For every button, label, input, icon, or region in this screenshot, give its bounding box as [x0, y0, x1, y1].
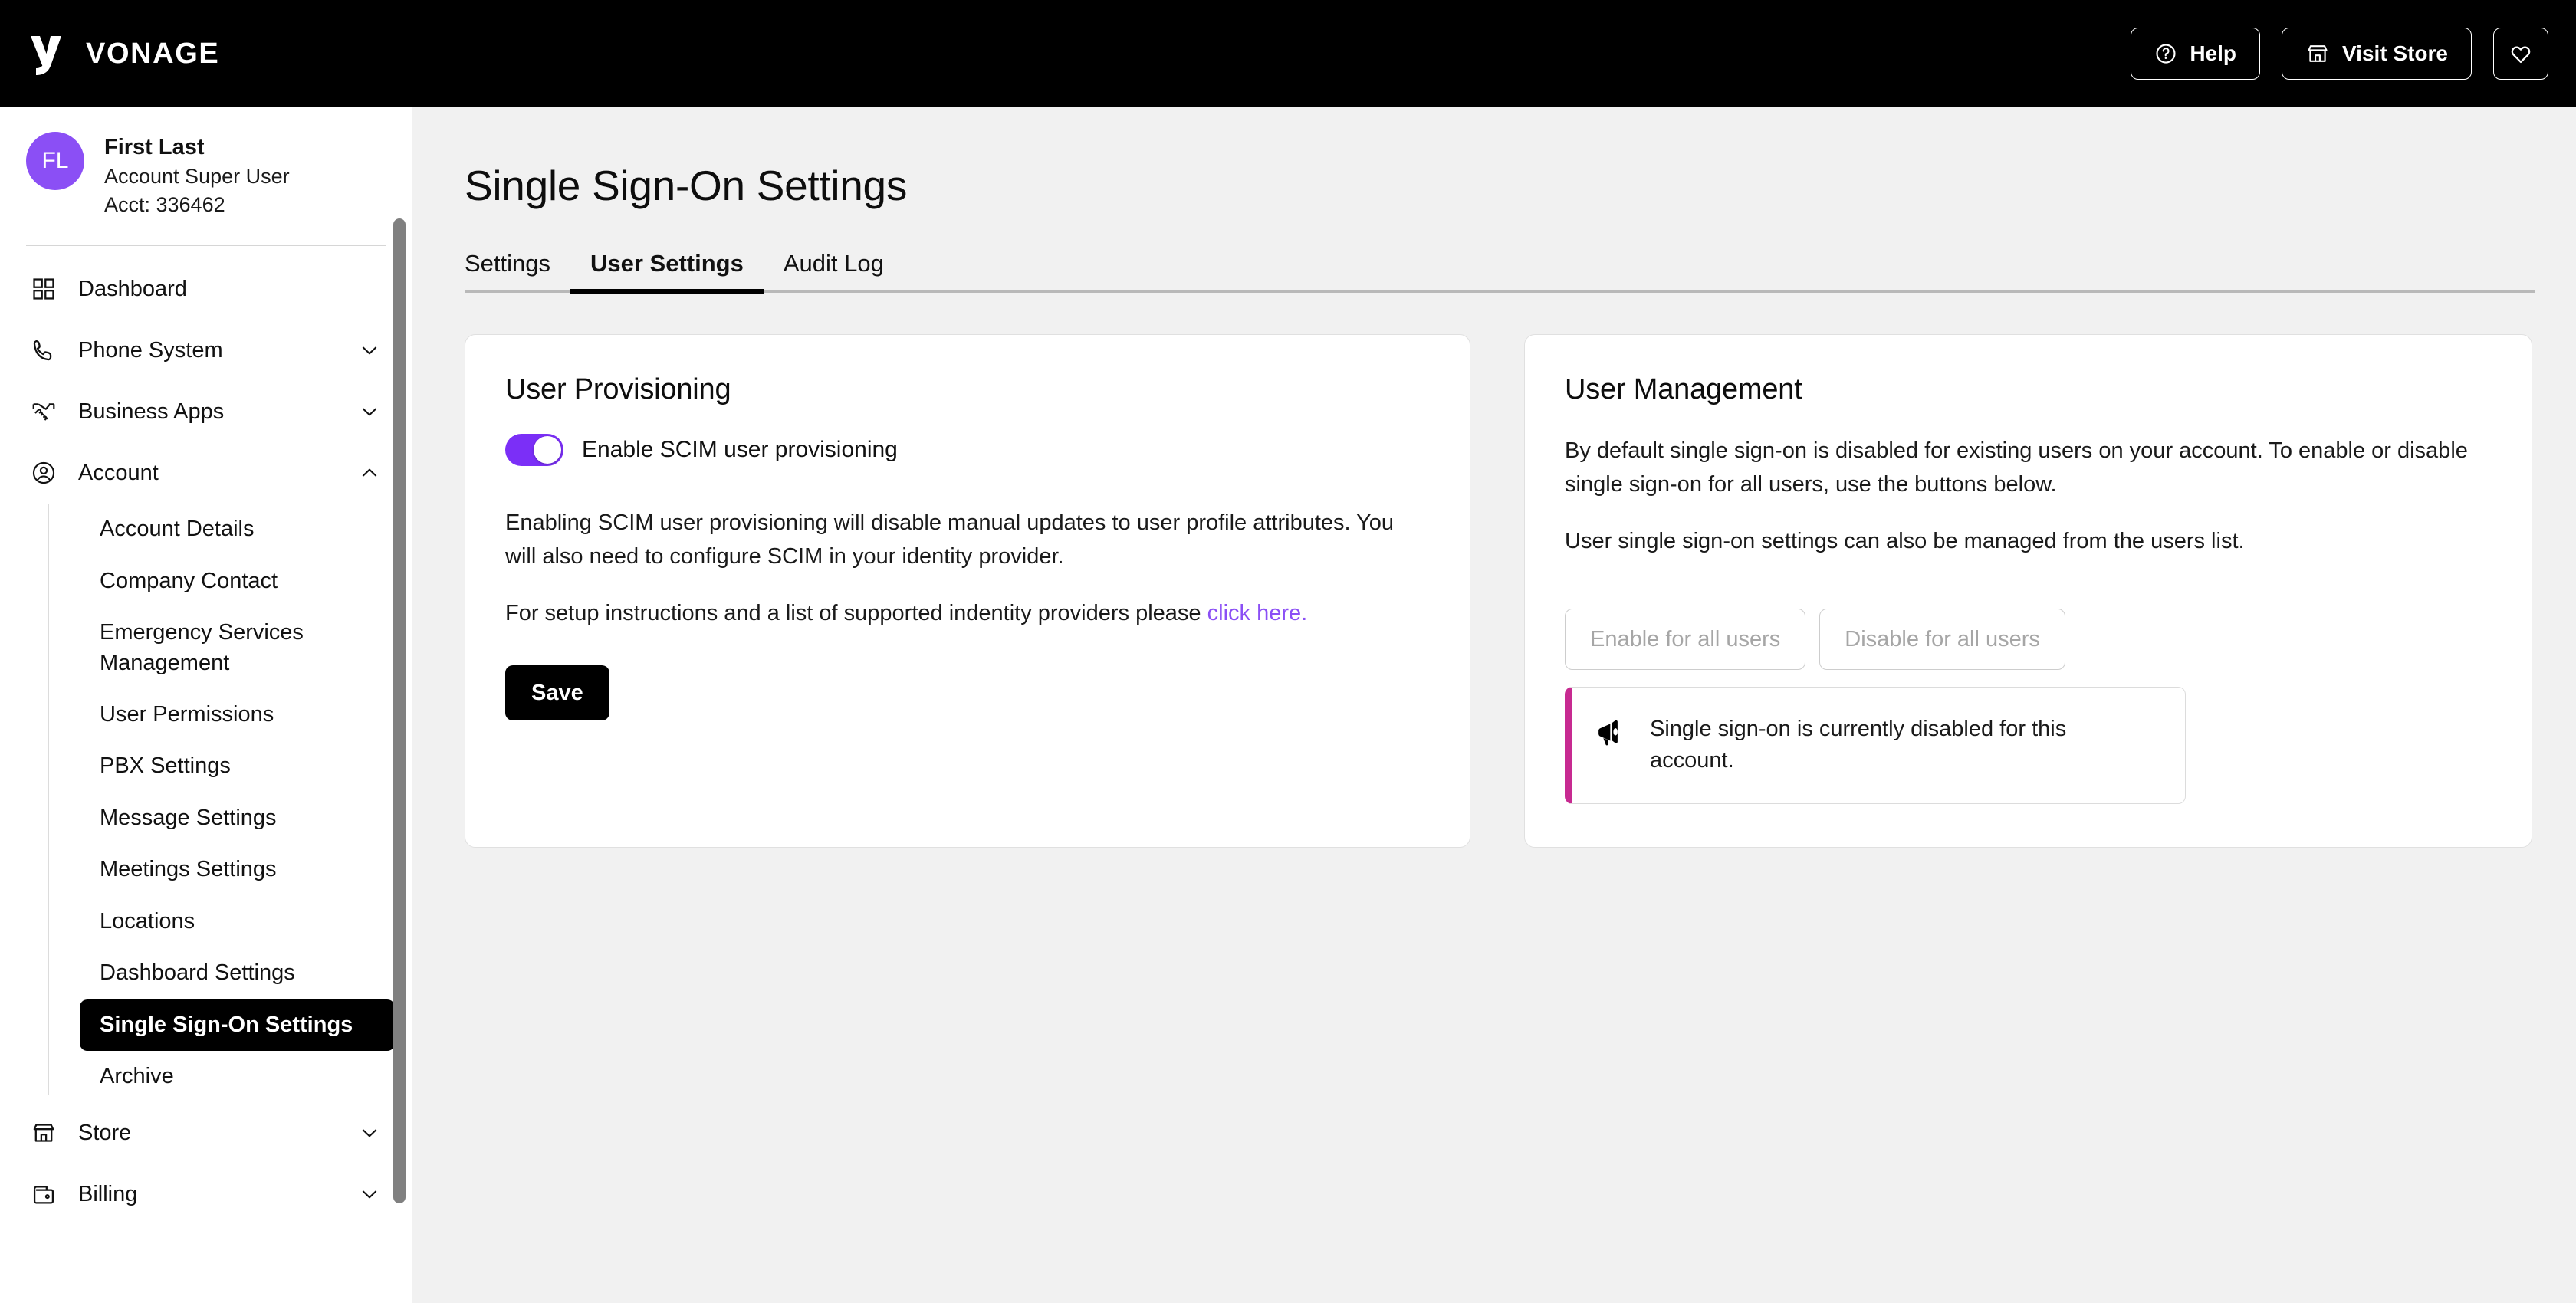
vonage-v-logo-icon [28, 31, 69, 76]
toggle-knob [534, 436, 561, 464]
click-here-link[interactable]: click here. [1208, 601, 1308, 625]
chevron-up-icon[interactable] [358, 461, 381, 484]
top-header-bar: VONAGE Help Visit Store [0, 0, 2576, 107]
scim-setup-paragraph: For setup instructions and a list of sup… [505, 596, 1430, 630]
sidebar-item-billing[interactable]: Billing [0, 1164, 412, 1225]
wallet-icon [26, 1181, 61, 1207]
sidebar-item-business-apps[interactable]: Business Apps [0, 381, 412, 442]
cards-container: User Provisioning Enable SCIM user provi… [465, 334, 2576, 848]
sidebar-item-pbx-settings[interactable]: PBX Settings [80, 740, 395, 792]
enable-for-all-users-button[interactable]: Enable for all users [1565, 609, 1806, 671]
sidebar-item-store[interactable]: Store [0, 1102, 412, 1164]
sidebar-item-emergency-services-management[interactable]: Emergency Services Management [80, 607, 333, 689]
sidebar-item-account-details[interactable]: Account Details [80, 504, 395, 555]
chevron-down-icon[interactable] [358, 1121, 381, 1144]
bulk-action-buttons: Enable for all users Disable for all use… [1565, 609, 2492, 671]
save-button[interactable]: Save [505, 665, 610, 721]
chevron-down-icon[interactable] [358, 339, 381, 362]
sidebar: FL First Last Account Super User Acct: 3… [0, 107, 412, 1303]
sidebar-item-label: Phone System [78, 337, 223, 363]
tab-bar: Settings User Settings Audit Log [465, 250, 2535, 294]
visit-store-button[interactable]: Visit Store [2282, 28, 2472, 80]
user-provisioning-title: User Provisioning [505, 373, 731, 405]
user-management-paragraph-2: User single sign-on settings can also be… [1565, 529, 2245, 554]
sidebar-user-profile[interactable]: FL First Last Account Super User Acct: 3… [0, 107, 412, 241]
disable-for-all-users-button[interactable]: Disable for all users [1819, 609, 2065, 671]
sidebar-item-account[interactable]: Account [0, 442, 412, 504]
user-name: First Last [104, 135, 205, 159]
enable-scim-toggle[interactable] [505, 434, 564, 466]
help-button-label: Help [2190, 41, 2237, 65]
sidebar-item-dashboard-settings[interactable]: Dashboard Settings [80, 947, 395, 999]
sso-status-alert: Single sign-on is currently disabled for… [1565, 687, 2186, 804]
chevron-down-icon[interactable] [358, 400, 381, 423]
help-button[interactable]: Help [2131, 28, 2261, 80]
sidebar-item-phone-system[interactable]: Phone System [0, 320, 412, 381]
account-subnav: Account Details Company Contact Emergenc… [48, 504, 412, 1102]
scim-setup-text: For setup instructions and a list of sup… [505, 601, 1208, 626]
sidebar-item-meetings-settings[interactable]: Meetings Settings [80, 844, 395, 895]
user-management-paragraph-1: By default single sign-on is disabled fo… [1565, 438, 2468, 497]
heart-icon [2509, 41, 2533, 66]
sidebar-item-message-settings[interactable]: Message Settings [80, 793, 395, 844]
sidebar-item-user-permissions[interactable]: User Permissions [80, 689, 395, 740]
user-circle-icon [26, 460, 61, 486]
main-content: Single Sign-On Settings Settings User Se… [412, 107, 2576, 1303]
header-actions: Help Visit Store [2131, 28, 2548, 80]
user-provisioning-card: User Provisioning Enable SCIM user provi… [465, 334, 1470, 848]
user-management-card: User Management By default single sign-o… [1524, 334, 2532, 848]
store-icon [26, 1120, 61, 1146]
store-icon [2305, 41, 2330, 66]
brand-name: VONAGE [86, 37, 220, 70]
sidebar-item-company-contact[interactable]: Company Contact [80, 556, 395, 607]
visit-store-button-label: Visit Store [2342, 41, 2448, 65]
sidebar-nav: Dashboard Phone System Business Apps Acc… [0, 246, 412, 1225]
tab-audit-log[interactable]: Audit Log [764, 250, 904, 294]
user-role: Account Super User [104, 164, 290, 188]
avatar: FL [26, 132, 84, 190]
scim-toggle-row: Enable SCIM user provisioning [505, 434, 1430, 466]
sso-status-alert-text: Single sign-on is currently disabled for… [1650, 717, 2067, 773]
tab-user-settings[interactable]: User Settings [570, 250, 764, 294]
sidebar-item-dashboard[interactable]: Dashboard [0, 258, 412, 320]
phone-icon [26, 337, 61, 363]
user-management-title: User Management [1565, 373, 1802, 405]
page-title: Single Sign-On Settings [465, 162, 908, 209]
chevron-down-icon[interactable] [358, 1183, 381, 1206]
tab-settings[interactable]: Settings [465, 250, 570, 294]
brand-logo-group[interactable]: VONAGE [28, 31, 219, 76]
sidebar-item-label: Account [78, 460, 159, 485]
sidebar-item-label: Billing [78, 1181, 138, 1206]
sidebar-item-label: Dashboard [78, 276, 187, 301]
favorites-button[interactable] [2493, 28, 2548, 80]
grid-icon [26, 276, 61, 302]
sidebar-scrollbar[interactable] [393, 218, 406, 1203]
sidebar-item-single-sign-on-settings[interactable]: Single Sign-On Settings [80, 999, 395, 1051]
scim-description-paragraph: Enabling SCIM user provisioning will dis… [505, 510, 1395, 569]
question-circle-icon [2154, 42, 2177, 65]
user-account-number: Acct: 336462 [104, 192, 225, 216]
sidebar-item-label: Business Apps [78, 399, 225, 424]
megaphone-icon [1595, 715, 1628, 753]
sidebar-item-label: Store [78, 1120, 132, 1145]
sidebar-item-locations[interactable]: Locations [80, 896, 395, 947]
handshake-icon [26, 399, 61, 425]
sidebar-item-archive[interactable]: Archive [80, 1051, 395, 1102]
enable-scim-toggle-label: Enable SCIM user provisioning [582, 437, 898, 462]
